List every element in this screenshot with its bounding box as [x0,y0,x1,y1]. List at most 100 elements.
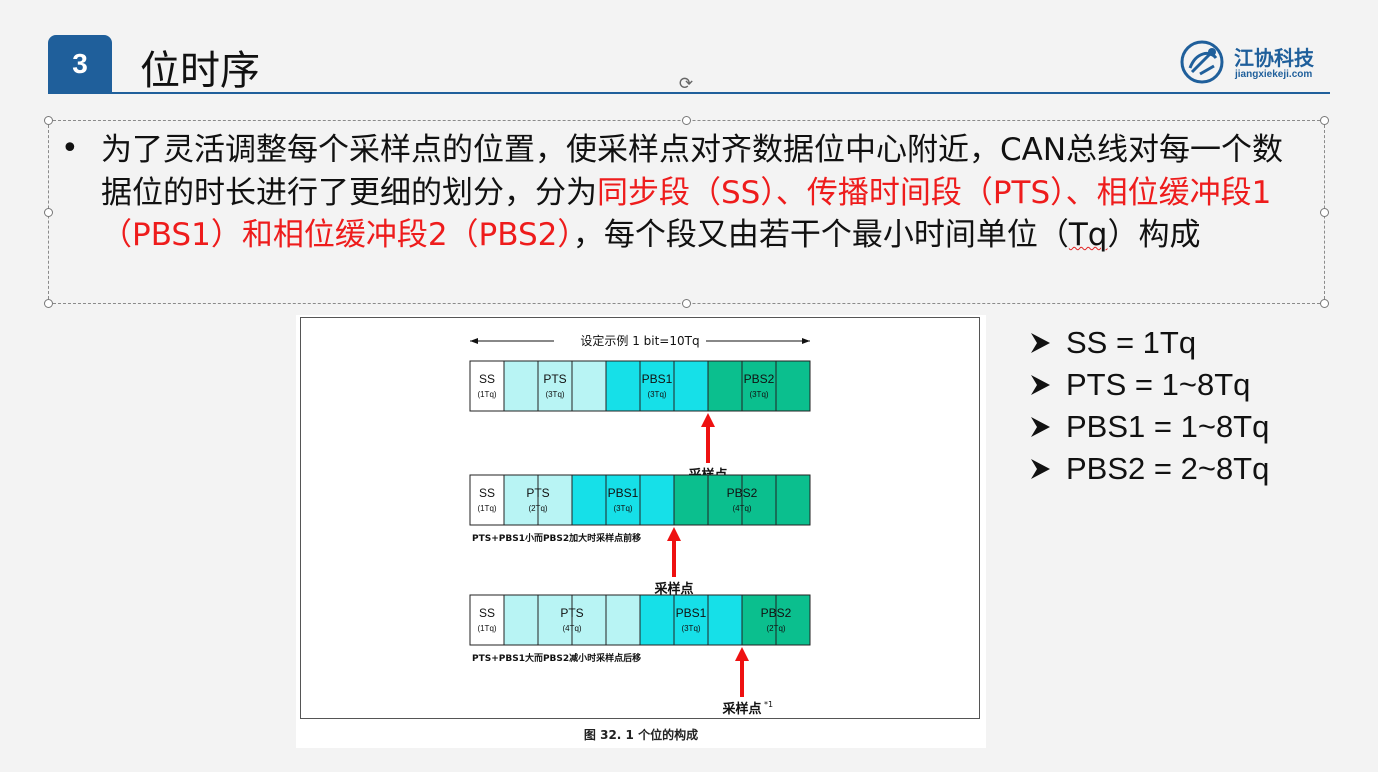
tq-cell [639,594,675,646]
sample-point-arrow-head [735,647,749,661]
paragraph-text-2: ，每个段又由若干个最小时间单位（ [572,217,1069,253]
segment-tq-label: (3Tq) [681,624,700,633]
row-note: PTS+PBS1小而PBS2加大时采样点前移 [472,532,641,544]
tq-cell [639,360,675,412]
tq-cell [673,474,709,526]
tq-cell [741,474,777,526]
tq-cell [469,594,505,646]
sample-point-arrow-head [667,527,681,541]
segment-name: PTS [560,606,583,620]
tq-cell [571,360,607,412]
resize-handle-top-right[interactable] [1320,116,1329,125]
resize-handle-top-left[interactable] [44,116,53,125]
tq-cell [503,594,539,646]
segment-tq-label: (3Tq) [749,390,768,399]
slide-title[interactable]: 位时序 [140,38,260,96]
tq-cell [469,360,505,412]
tq-cell [469,474,505,526]
resize-handle-left[interactable] [44,208,53,217]
arrow-bullet-icon [1031,459,1050,479]
bullet-paragraph: 为了灵活调整每个采样点的位置，使采样点对齐数据位中心附近，CAN总线对每一个数据… [101,129,1301,257]
tq-cell [537,474,573,526]
formula-list: SS = 1Tq PTS = 1~8Tq PBS1 = 1~8Tq PBS2 =… [1028,322,1269,490]
resize-handle-bottom-right[interactable] [1320,299,1329,308]
tq-cell [503,474,539,526]
sample-point-label: 采样点 [721,701,761,717]
brand-logo: 江协科技 jiangxiekeji.com [1178,38,1328,88]
tq-cell [775,474,811,526]
figure-caption: 图 32. 1 个位的构成 [583,728,699,742]
arrow-bullet-icon [1031,333,1050,353]
tq-cell [605,594,641,646]
sample-point-arrow-head [701,413,715,427]
segment-name: SS [479,486,495,500]
bit-timing-diagram: 设定示例 1 bit=10Tq SS (1Tq) PTS (3Tq) PBS1 (3Tq) P… [469,333,811,717]
tq-cell [707,474,743,526]
logo-url: jiangxiekeji.com [1235,69,1313,80]
tq-cell [775,594,811,646]
segment-tq-label: (1Tq) [477,624,496,633]
segment-name: PTS [543,372,566,386]
sample-point-footnote: *1 [764,700,773,709]
arrow-bullet-icon [1031,375,1050,395]
segment-tq-label: (3Tq) [647,390,666,399]
tq-cell [775,360,811,412]
formula-item: PBS1 = 1~8Tq [1028,406,1269,448]
tq-cell [673,594,709,646]
formula-item: PBS2 = 2~8Tq [1028,448,1269,490]
tq-cell [503,360,539,412]
tq-cell [707,360,743,412]
tq-cell [571,594,607,646]
formula-text: PTS = 1~8Tq [1066,367,1251,402]
tq-cell [571,474,607,526]
formula-text: PBS1 = 1~8Tq [1066,409,1270,444]
segment-tq-label: (2Tq) [766,624,785,633]
tq-cell [537,594,573,646]
segment-tq-label: (4Tq) [562,624,581,633]
paragraph-text-3: ）构成 [1107,217,1201,253]
segment-tq-label: (1Tq) [477,504,496,513]
tq-cell [741,360,777,412]
segment-name: PBS2 [727,486,758,500]
segment-name: SS [479,606,495,620]
tq-cell [537,360,573,412]
resize-handle-bottom[interactable] [682,299,691,308]
spellcheck-word: Tq [1068,217,1108,253]
segment-name: SS [479,372,495,386]
segment-tq-label: (3Tq) [613,504,632,513]
segment-tq-label: (1Tq) [477,390,496,399]
arrow-bullet-icon [1031,417,1050,437]
bit-width-arrow-left [470,338,478,344]
tq-cell [605,360,641,412]
formula-text: SS = 1Tq [1066,325,1197,360]
tq-cell [741,594,777,646]
bit-width-label: 设定示例 1 bit=10Tq [580,333,699,348]
rotate-handle-icon[interactable]: ⟳ [676,74,696,94]
segment-tq-label: (4Tq) [732,504,751,513]
bit-width-arrow-right [802,338,810,344]
logo-mark-icon [1180,40,1224,84]
bullet-icon: • [61,131,79,166]
logo-name: 江协科技 [1234,46,1314,70]
formula-text: PBS2 = 2~8Tq [1066,451,1270,486]
segment-name: PTS [526,486,549,500]
resize-handle-bottom-left[interactable] [44,299,53,308]
resize-handle-right[interactable] [1320,208,1329,217]
tq-cell [639,474,675,526]
segment-name: PBS2 [761,606,792,620]
body-textbox[interactable]: • 为了灵活调整每个采样点的位置，使采样点对齐数据位中心附近，CAN总线对每一个… [44,116,1329,308]
segment-name: PBS2 [744,372,775,386]
section-number-badge: 3 [48,35,112,93]
tq-cell [605,474,641,526]
segment-name: PBS1 [608,486,639,500]
bit-timing-figure[interactable]: 设定示例 1 bit=10Tq SS (1Tq) PTS (3Tq) PBS1 (3Tq) P… [296,315,986,748]
segment-tq-label: (2Tq) [528,504,547,513]
tq-cell [707,594,743,646]
resize-handle-top[interactable] [682,116,691,125]
formula-item: PTS = 1~8Tq [1028,364,1269,406]
slide-header: 3 位时序 ⟳ 江协科技 jiangxiekeji.com [0,0,1378,100]
segment-name: PBS1 [676,606,707,620]
segment-name: PBS1 [642,372,673,386]
tq-cell [673,360,709,412]
formula-item: SS = 1Tq [1028,322,1269,364]
